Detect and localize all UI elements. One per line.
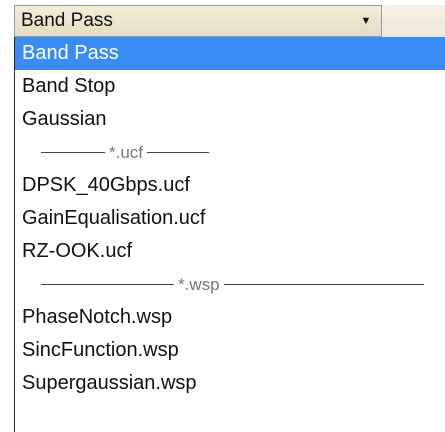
select-background bbox=[382, 5, 445, 37]
option-supergaussian[interactable]: Supergaussian.wsp bbox=[15, 367, 445, 400]
separator-line bbox=[147, 152, 210, 153]
option-rz-ook[interactable]: RZ-OOK.ucf bbox=[15, 235, 445, 268]
option-sinc-function[interactable]: SincFunction.wsp bbox=[15, 334, 445, 367]
separator-wsp: *.wsp bbox=[15, 268, 445, 301]
option-gaussian[interactable]: Gaussian bbox=[15, 103, 445, 136]
option-band-pass[interactable]: Band Pass bbox=[15, 37, 445, 70]
option-band-stop[interactable]: Band Stop bbox=[15, 70, 445, 103]
option-gain-equalisation[interactable]: GainEqualisation.ucf bbox=[15, 202, 445, 235]
separator-ucf: *.ucf bbox=[15, 136, 445, 169]
select-value: Band Pass bbox=[21, 10, 113, 31]
separator-line bbox=[41, 152, 105, 153]
dropdown-list: Band Pass Band Stop Gaussian *.ucf DPSK_… bbox=[14, 37, 445, 432]
separator-label: *.wsp bbox=[178, 274, 220, 294]
option-phase-notch[interactable]: PhaseNotch.wsp bbox=[15, 301, 445, 334]
separator-label: *.ucf bbox=[109, 142, 144, 162]
filter-select[interactable]: Band Pass ▼ bbox=[14, 5, 382, 37]
triangle-down-icon[interactable]: ▼ bbox=[351, 15, 381, 27]
option-dpsk-40gbps[interactable]: DPSK_40Gbps.ucf bbox=[15, 169, 445, 202]
separator-line bbox=[223, 284, 424, 285]
separator-line bbox=[41, 284, 174, 285]
